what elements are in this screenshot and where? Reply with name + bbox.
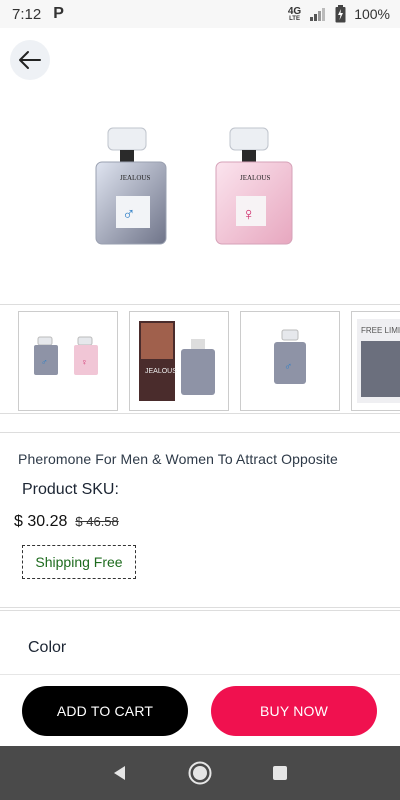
thumbnail-box-image: JEALOUS: [139, 321, 215, 401]
product-title: Pheromone For Men & Women To Attract Opp…: [18, 451, 338, 467]
thumbnail-3[interactable]: ♂: [240, 311, 340, 411]
perfume-bottles-image: JEALOUS ♂ JEALOUS ♀: [95, 127, 293, 245]
circle-home-icon: [188, 761, 212, 785]
network-icon: 4G LTE: [287, 5, 302, 22]
product-sku-label: Product SKU:: [22, 481, 119, 498]
product-hero-image: JEALOUS ♂ JEALOUS ♀: [0, 28, 400, 304]
color-section[interactable]: Color: [0, 610, 400, 674]
nav-recent-button[interactable]: [265, 758, 295, 788]
battery-percent: 100%: [354, 6, 390, 22]
original-price: $ 46.58: [75, 514, 119, 529]
system-nav-bar: [0, 746, 400, 800]
network-subtype: LTE: [289, 15, 300, 22]
svg-text:♀: ♀: [242, 204, 256, 224]
signal-icon: [310, 8, 326, 21]
buy-now-button[interactable]: BUY NOW: [211, 686, 377, 736]
shipping-badge: Shipping Free: [22, 545, 136, 579]
square-recent-icon: [273, 766, 287, 780]
svg-text:♀: ♀: [81, 357, 88, 367]
status-time: 7:12: [12, 5, 42, 23]
svg-text:♂: ♂: [41, 357, 48, 367]
bottom-action-bar: ADD TO CART BUY NOW: [0, 674, 400, 746]
add-to-cart-button[interactable]: ADD TO CART: [22, 686, 188, 736]
thumbnail-blue-bottle-image: ♂: [274, 329, 306, 384]
thumbnail-bottles-image: ♂ ♀: [34, 336, 98, 375]
thumbnail-1[interactable]: ♂ ♀: [18, 311, 118, 411]
thumb2-brand: JEALOUS: [145, 368, 177, 375]
svg-text:♂: ♂: [122, 204, 136, 224]
arrow-left-icon: [19, 51, 41, 69]
current-price: $ 30.28: [14, 513, 68, 530]
thumbnail-strip[interactable]: ♂ ♀ JEALOUS ♂ FREE LIMITED: [0, 304, 400, 414]
thumb4-brand: FREE LIMITED: [361, 326, 400, 335]
thumbnail-box-2-image: FREE LIMITED: [357, 319, 400, 403]
network-type: 4G: [287, 5, 302, 17]
color-label: Color: [28, 639, 67, 656]
thumbnail-4[interactable]: FREE LIMITED: [351, 311, 400, 411]
battery-icon: [335, 5, 346, 23]
back-button[interactable]: [10, 40, 50, 80]
svg-text:JEALOUS: JEALOUS: [240, 174, 270, 182]
triangle-back-icon: [114, 766, 125, 780]
product-info-card: Pheromone For Men & Women To Attract Opp…: [0, 432, 400, 608]
status-bar: 7:12 P 4G LTE 100%: [0, 0, 400, 28]
notification-p-icon: P: [53, 5, 64, 22]
brand-label: JEALOUS: [120, 174, 150, 182]
nav-home-button[interactable]: [185, 758, 215, 788]
price-row: $ 30.28 $ 46.58: [14, 513, 119, 531]
svg-text:♂: ♂: [284, 361, 292, 373]
nav-back-button[interactable]: [105, 758, 135, 788]
thumbnail-2[interactable]: JEALOUS: [129, 311, 229, 411]
